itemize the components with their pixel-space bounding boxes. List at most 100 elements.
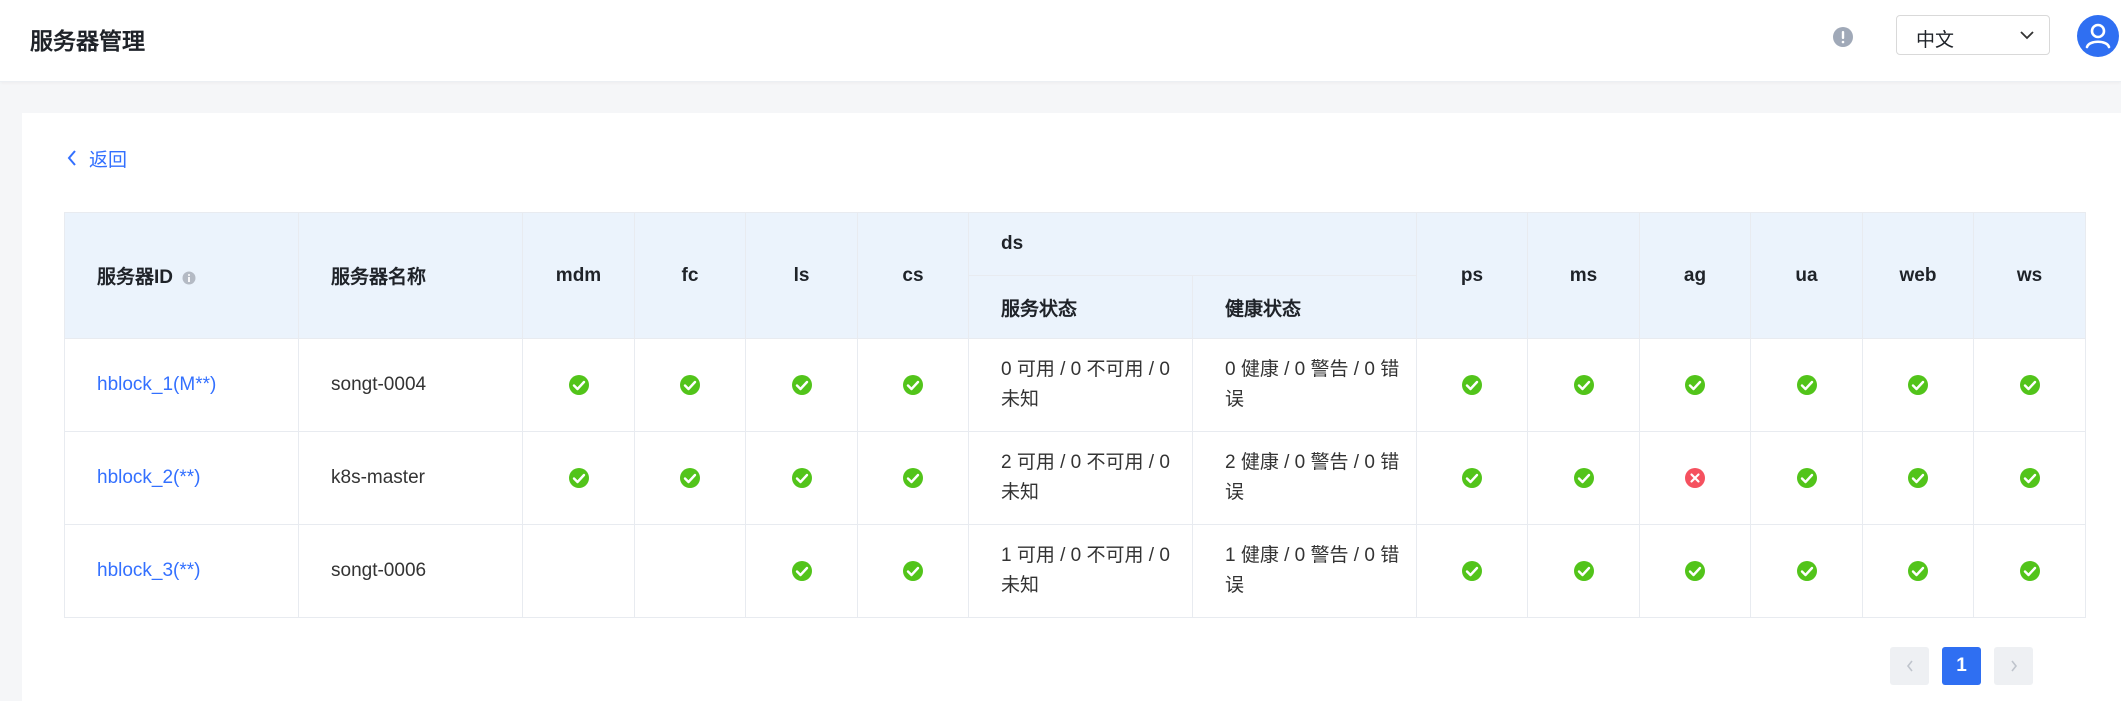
check-circle-icon bbox=[2019, 560, 2040, 581]
status-cell-ag bbox=[1639, 431, 1751, 525]
check-circle-icon bbox=[1462, 560, 1482, 581]
check-circle-icon bbox=[791, 374, 812, 395]
status-cell-fc bbox=[634, 524, 746, 618]
col-server-id-label: 服务器ID bbox=[97, 267, 174, 288]
server-table: 服务器ID 服务器名称 mdm fc ls cs ds ps ms ag ua … bbox=[64, 212, 2086, 618]
language-value: 中文 bbox=[1916, 30, 1955, 51]
alert-circle-icon[interactable] bbox=[1832, 26, 1854, 48]
check-circle-icon bbox=[680, 467, 700, 488]
pagination-prev-button[interactable] bbox=[1890, 647, 1929, 685]
table-body: hblock_1(M**) songt-0004 0 可用 / 0 不可用 / 0 … bbox=[64, 338, 2086, 618]
check-circle-icon bbox=[1796, 560, 1817, 581]
status-cell-ms bbox=[1527, 431, 1640, 525]
col-fc: fc bbox=[634, 212, 746, 339]
back-link[interactable]: 返回 bbox=[66, 145, 127, 171]
ds-health-status-cell: 1 健康 / 0 警告 / 0 错误 bbox=[1192, 524, 1417, 618]
info-icon[interactable] bbox=[182, 271, 196, 285]
col-ds: ds bbox=[968, 212, 1417, 276]
status-cell-fc bbox=[634, 338, 746, 432]
language-select[interactable]: 中文 bbox=[1896, 15, 2050, 55]
check-circle-icon bbox=[1908, 467, 1928, 488]
chevron-down-icon bbox=[2020, 31, 2034, 40]
status-cell-cs bbox=[857, 431, 969, 525]
status-cell-ag bbox=[1639, 524, 1751, 618]
check-circle-icon bbox=[903, 467, 923, 488]
content-card: 返回 服务器ID 服务器名称 mdm fc ls cs ds ps ms ag … bbox=[22, 113, 2121, 701]
col-ws: ws bbox=[1973, 212, 2086, 339]
col-ag: ag bbox=[1639, 212, 1751, 339]
check-circle-icon bbox=[680, 374, 700, 395]
status-cell-cs bbox=[857, 338, 969, 432]
status-cell-ls bbox=[745, 338, 858, 432]
status-cell-ps bbox=[1416, 524, 1528, 618]
server-id-link[interactable]: hblock_2(**) bbox=[97, 467, 201, 488]
status-cell-ua bbox=[1750, 431, 1863, 525]
server-name-cell: songt-0004 bbox=[298, 338, 523, 432]
status-cell-ag bbox=[1639, 338, 1751, 432]
back-label: 返回 bbox=[89, 149, 128, 171]
status-cell-ps bbox=[1416, 338, 1528, 432]
server-id-link[interactable]: hblock_1(M**) bbox=[97, 374, 216, 395]
ds-service-status-cell: 1 可用 / 0 不可用 / 0 未知 bbox=[968, 524, 1193, 618]
col-web: web bbox=[1862, 212, 1974, 339]
server-name-cell: k8s-master bbox=[298, 431, 523, 525]
ds-health-status-cell: 2 健康 / 0 警告 / 0 错误 bbox=[1192, 431, 1417, 525]
check-circle-icon bbox=[791, 467, 812, 488]
server-name-cell: songt-0006 bbox=[298, 524, 523, 618]
check-circle-icon bbox=[2019, 374, 2040, 395]
status-cell-ws bbox=[1973, 431, 2086, 525]
status-cell-mdm bbox=[522, 431, 635, 525]
ds-service-status-cell: 2 可用 / 0 不可用 / 0 未知 bbox=[968, 431, 1193, 525]
col-ds-service-status: 服务状态 bbox=[968, 275, 1193, 339]
status-cell-ls bbox=[745, 524, 858, 618]
check-circle-icon bbox=[1685, 374, 1705, 395]
col-server-id: 服务器ID bbox=[64, 212, 299, 339]
check-circle-icon bbox=[903, 374, 923, 395]
col-ps: ps bbox=[1416, 212, 1528, 339]
status-cell-ls bbox=[745, 431, 858, 525]
check-circle-icon bbox=[1796, 467, 1817, 488]
check-circle-icon bbox=[1573, 374, 1594, 395]
check-circle-icon bbox=[1573, 467, 1594, 488]
status-cell-ws bbox=[1973, 524, 2086, 618]
check-circle-icon bbox=[1685, 560, 1705, 581]
status-cell-ms bbox=[1527, 524, 1640, 618]
ds-service-status-cell: 0 可用 / 0 不可用 / 0 未知 bbox=[968, 338, 1193, 432]
server-id-cell: hblock_3(**) bbox=[64, 524, 299, 618]
status-cell-mdm bbox=[522, 338, 635, 432]
status-cell-ua bbox=[1750, 524, 1863, 618]
chevron-right-icon bbox=[2010, 660, 2017, 672]
check-circle-icon bbox=[1462, 374, 1482, 395]
status-cell-fc bbox=[634, 431, 746, 525]
col-mdm: mdm bbox=[522, 212, 635, 339]
status-cell-ws bbox=[1973, 338, 2086, 432]
table-row: hblock_1(M**) songt-0004 0 可用 / 0 不可用 / 0 … bbox=[64, 338, 2086, 432]
status-cell-web bbox=[1862, 338, 1974, 432]
server-id-cell: hblock_1(M**) bbox=[64, 338, 299, 432]
check-circle-icon bbox=[791, 560, 812, 581]
server-id-link[interactable]: hblock_3(**) bbox=[97, 560, 201, 581]
table-row: hblock_3(**) songt-0006 1 可用 / 0 不可用 / 0 未… bbox=[64, 524, 2086, 618]
user-avatar-icon[interactable] bbox=[2077, 15, 2119, 57]
chevron-left-icon bbox=[67, 150, 76, 166]
status-cell-web bbox=[1862, 431, 1974, 525]
status-cell-cs bbox=[857, 524, 969, 618]
status-cell-mdm bbox=[522, 524, 635, 618]
top-bar: 服务器管理 中文 bbox=[0, 0, 2121, 82]
col-ds-health-status: 健康状态 bbox=[1192, 275, 1417, 339]
pagination-page-1[interactable]: 1 bbox=[1942, 647, 1981, 685]
check-circle-icon bbox=[568, 467, 589, 488]
check-circle-icon bbox=[568, 374, 589, 395]
check-circle-icon bbox=[903, 560, 923, 581]
error-circle-icon bbox=[1685, 467, 1705, 488]
check-circle-icon bbox=[1908, 560, 1928, 581]
chevron-left-icon bbox=[1906, 660, 1913, 672]
status-cell-web bbox=[1862, 524, 1974, 618]
pagination-next-button[interactable] bbox=[1994, 647, 2033, 685]
page-title: 服务器管理 bbox=[30, 28, 145, 54]
col-ua: ua bbox=[1750, 212, 1863, 339]
ds-health-status-cell: 0 健康 / 0 警告 / 0 错误 bbox=[1192, 338, 1417, 432]
check-circle-icon bbox=[1908, 374, 1928, 395]
check-circle-icon bbox=[1796, 374, 1817, 395]
col-ms: ms bbox=[1527, 212, 1640, 339]
